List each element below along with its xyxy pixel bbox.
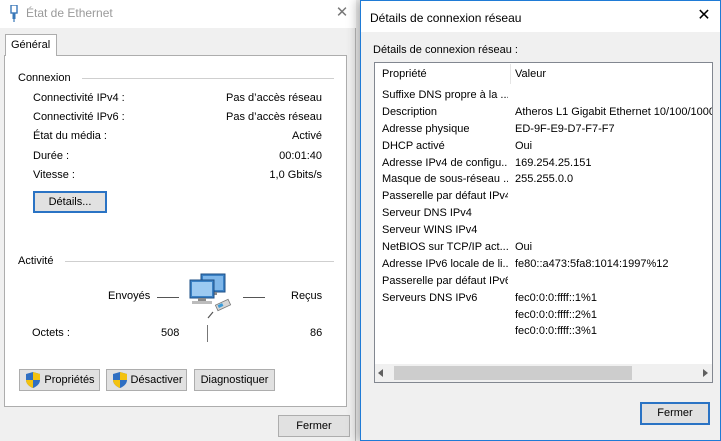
network-details-caption: Détails de connexion réseau : [373, 44, 518, 56]
value-cell: Atheros L1 Gigabit Ethernet 10/100/1000 [515, 105, 713, 118]
list-item[interactable]: Description Atheros L1 Gigabit Ethernet 1… [375, 105, 712, 122]
activity-group-line [65, 261, 334, 262]
speed-label: Vitesse : [33, 169, 75, 181]
received-divider [243, 297, 265, 298]
property-cell: Serveur DNS IPv4 [382, 207, 472, 220]
tab-general[interactable]: Général [5, 34, 57, 56]
ethernet-status-title: État de Ethernet [26, 6, 113, 20]
list-item[interactable]: Serveurs DNS IPv6 fec0:0:0:ffff::1%1 [375, 291, 712, 308]
scroll-right-arrow-icon[interactable] [703, 369, 708, 377]
close-button[interactable]: Fermer [278, 415, 350, 437]
ethernet-status-window: État de Ethernet ✕ Général Connexion Con… [0, 0, 356, 441]
horizontal-scrollbar[interactable] [375, 364, 712, 382]
sent-label: Envoyés [108, 290, 151, 302]
property-cell: Serveur WINS IPv4 [382, 224, 478, 237]
network-details-title: Détails de connexion réseau [370, 11, 522, 25]
close-button[interactable]: Fermer [640, 402, 710, 425]
value-cell: fec0:0:0:ffff::1%1 [515, 291, 597, 304]
details-button[interactable]: Détails... [33, 191, 107, 213]
ipv4-connectivity-label: Connectivité IPv4 : [33, 92, 125, 104]
scrollbar-thumb[interactable] [394, 366, 632, 380]
property-cell: Masque de sous-réseau ... [382, 173, 508, 186]
activity-group-title: Activité [18, 255, 54, 267]
media-state-value: Activé [292, 130, 322, 142]
value-cell: 169.254.25.151 [515, 156, 592, 169]
duration-label: Durée : [33, 150, 70, 162]
octets-label: Octets : [32, 327, 70, 339]
property-cell: Adresse IPv6 locale de li... [382, 257, 508, 270]
details-list[interactable]: Propriété Valeur Suffixe DNS propre à la… [374, 62, 713, 383]
list-item[interactable]: NetBIOS sur TCP/IP act... Oui [375, 240, 712, 257]
list-item[interactable]: Suffixe DNS propre à la ... [375, 88, 712, 105]
property-cell: Description [382, 105, 438, 118]
sent-divider [157, 297, 179, 298]
network-computers-icon [189, 273, 232, 319]
ipv6-connectivity-label: Connectivité IPv6 : [33, 111, 125, 123]
network-details-window: Détails de connexion réseau ✕ Détails de… [360, 0, 721, 441]
property-cell: NetBIOS sur TCP/IP act... [382, 241, 508, 254]
ethernet-status-titlebar: État de Ethernet ✕ [0, 0, 356, 28]
octets-received-value: 86 [310, 327, 323, 339]
column-header-property[interactable]: Propriété [382, 68, 427, 80]
list-item[interactable]: fec0:0:0:ffff::3%1 [375, 324, 712, 341]
general-tab-panel: Connexion Connectivité IPv4 : Pas d’accè… [4, 55, 347, 407]
ipv6-connectivity-value: Pas d’accès réseau [226, 111, 322, 123]
column-separator[interactable] [510, 64, 511, 84]
received-label: Reçus [291, 290, 323, 302]
close-icon[interactable]: ✕ [692, 5, 716, 29]
list-item[interactable]: Masque de sous-réseau ... 255.255.0.0 [375, 172, 712, 189]
property-cell: Serveurs DNS IPv6 [382, 291, 478, 304]
value-cell: fe80::a473:5fa8:1014:1997%12 [515, 257, 669, 270]
column-header-value[interactable]: Valeur [515, 68, 546, 80]
ethernet-icon [10, 5, 18, 22]
list-item[interactable]: Adresse IPv4 de configu... 169.254.25.151 [375, 156, 712, 173]
scroll-left-arrow-icon[interactable] [378, 369, 383, 377]
properties-button-label: Propriétés [44, 374, 95, 386]
close-icon[interactable]: ✕ [328, 0, 356, 28]
octets-separator [207, 325, 208, 342]
uac-shield-icon [113, 372, 127, 388]
diagnose-button[interactable]: Diagnostiquer [194, 369, 275, 391]
disable-button-label: Désactiver [130, 374, 183, 386]
details-list-header: Propriété Valeur [375, 63, 712, 85]
list-item[interactable]: Serveur DNS IPv4 [375, 206, 712, 223]
list-item[interactable]: DHCP activé Oui [375, 139, 712, 156]
list-item[interactable]: Passerelle par défaut IPv4 [375, 189, 712, 206]
property-cell: Suffixe DNS propre à la ... [382, 89, 508, 101]
value-cell: fec0:0:0:ffff::2%1 [515, 308, 597, 321]
octets-sent-value: 508 [161, 327, 180, 339]
property-cell: DHCP activé [382, 139, 445, 152]
value-cell: ED-9F-E9-D7-F7-F7 [515, 122, 615, 135]
list-item[interactable]: Serveur WINS IPv4 [375, 223, 712, 240]
list-item[interactable]: Adresse IPv6 locale de li... fe80::a473:5… [375, 257, 712, 274]
uac-shield-icon [26, 372, 40, 388]
properties-button[interactable]: Propriétés [19, 369, 100, 391]
connexion-group-line [82, 78, 334, 79]
value-cell: 255.255.0.0 [515, 173, 574, 186]
network-details-titlebar: Détails de connexion réseau ✕ [361, 1, 720, 32]
property-cell: Adresse IPv4 de configu... [382, 156, 508, 169]
ipv4-connectivity-value: Pas d’accès réseau [226, 92, 322, 104]
value-cell: Oui [515, 241, 533, 254]
list-item[interactable]: fec0:0:0:ffff::2%1 [375, 308, 712, 325]
disable-button[interactable]: Désactiver [106, 369, 187, 391]
connexion-group-title: Connexion [18, 72, 71, 84]
speed-value: 1,0 Gbits/s [269, 169, 322, 181]
list-item[interactable]: Passerelle par défaut IPv6 [375, 274, 712, 291]
list-item[interactable]: Adresse physique ED-9F-E9-D7-F7-F7 [375, 122, 712, 139]
value-cell: fec0:0:0:ffff::3%1 [515, 325, 597, 338]
media-state-label: État du média : [33, 130, 107, 142]
property-cell: Adresse physique [382, 122, 470, 135]
property-cell: Passerelle par défaut IPv4 [382, 190, 508, 203]
details-rows: Suffixe DNS propre à la ... Description A… [375, 88, 712, 341]
property-cell: Passerelle par défaut IPv6 [382, 274, 508, 287]
duration-value: 00:01:40 [279, 150, 322, 162]
value-cell: Oui [515, 139, 533, 152]
